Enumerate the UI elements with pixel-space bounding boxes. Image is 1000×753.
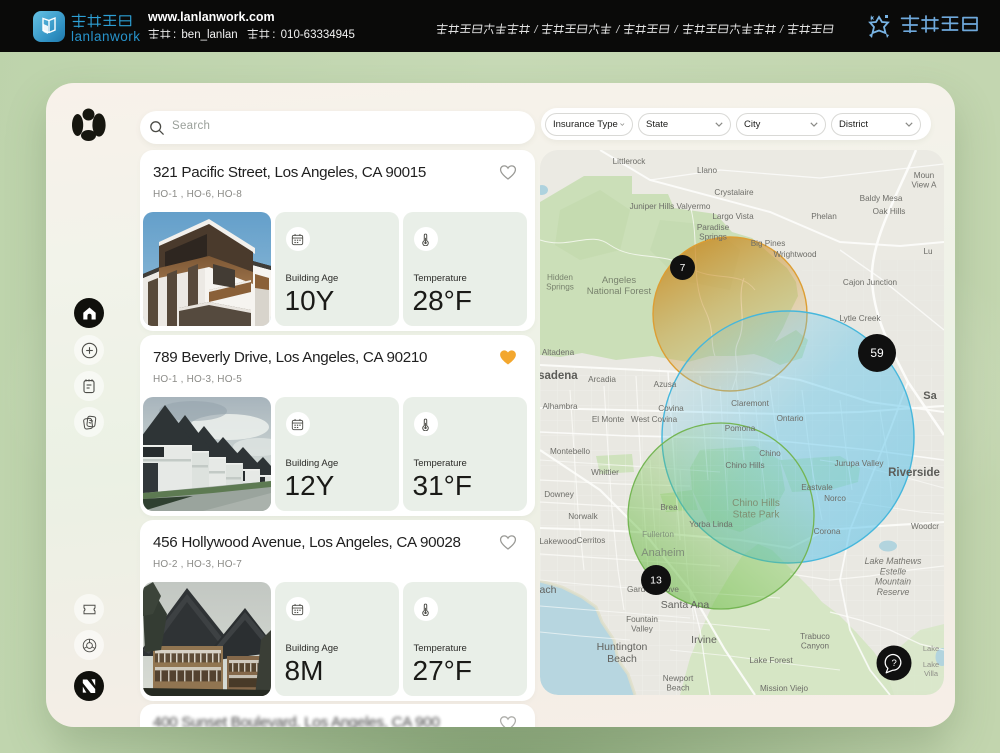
svg-text:Fountain: Fountain [626,615,658,624]
svg-text:Claremont: Claremont [731,399,769,408]
svg-text:Largo Vista: Largo Vista [712,212,754,221]
svg-text:Cajon Junction: Cajon Junction [843,278,898,287]
svg-text:Lake: Lake [923,644,939,653]
svg-text:Juniper Hills Valyermo: Juniper Hills Valyermo [630,202,711,211]
svg-text:Crystalaire: Crystalaire [714,188,754,197]
svg-text:Alhambra: Alhambra [542,402,577,411]
svg-text:Covina: Covina [658,404,684,413]
svg-text:Littlerock: Littlerock [613,157,647,166]
svg-text:Trabuco: Trabuco [800,632,830,641]
svg-text:7: 7 [680,263,686,274]
svg-text:Newport: Newport [663,674,694,683]
svg-text:Arcadia: Arcadia [588,375,616,384]
svg-text:Montebello: Montebello [550,447,591,456]
svg-text:Llano: Llano [697,166,717,175]
svg-text:Baldy Mesa: Baldy Mesa [860,194,903,203]
svg-text:Fullerton: Fullerton [642,530,674,539]
svg-text:Lake Forest: Lake Forest [749,656,793,665]
svg-text:Wrightwood: Wrightwood [773,250,817,259]
svg-text:Altadena: Altadena [542,348,575,357]
svg-text:Beach: Beach [666,684,690,693]
svg-text:Reserve: Reserve [877,587,910,597]
svg-text:Lakewood: Lakewood [540,537,577,546]
svg-text:Moun: Moun [914,171,935,180]
svg-text:Big Pines: Big Pines [751,239,786,248]
svg-text:State Park: State Park [733,510,781,521]
svg-text:Chino Hills: Chino Hills [725,461,764,470]
svg-text:59: 59 [870,346,884,360]
svg-text:Huntington: Huntington [597,641,648,653]
svg-text:ach: ach [540,584,557,596]
svg-text:El Monte: El Monte [592,415,625,424]
svg-text:Mountain: Mountain [875,577,911,587]
svg-text:Eastvale: Eastvale [801,483,833,492]
svg-text:Downey: Downey [544,490,574,499]
svg-text:?: ? [892,658,897,669]
svg-text:National Forest: National Forest [587,286,652,297]
svg-text:Paradise: Paradise [697,223,730,232]
svg-text:Mission Viejo: Mission Viejo [760,684,809,693]
svg-text:Woodcr: Woodcr [911,522,939,531]
svg-text:Norwalk: Norwalk [568,512,598,521]
svg-text:Riverside: Riverside [888,467,940,479]
svg-text:West Covina: West Covina [631,415,678,424]
svg-text:Chino: Chino [759,449,781,458]
svg-text:Corona: Corona [814,527,841,536]
svg-text:Valley: Valley [631,625,654,634]
svg-text:Lu: Lu [923,247,933,256]
svg-text:Springs: Springs [546,283,574,292]
svg-text:View A: View A [912,181,937,190]
svg-text:Brea: Brea [660,503,678,512]
svg-text:Canyon: Canyon [801,642,830,651]
svg-text:Cerritos: Cerritos [577,536,606,545]
svg-text:Oak Hills: Oak Hills [873,207,906,216]
svg-text:Phelan: Phelan [811,212,837,221]
svg-text:13: 13 [650,575,662,587]
svg-text:Pasadena: Pasadena [540,370,578,382]
svg-text:Anaheim: Anaheim [641,547,684,559]
svg-text:Ontario: Ontario [777,414,804,423]
svg-text:Sa: Sa [923,390,937,402]
svg-text:Lake Mathews: Lake Mathews [865,556,922,566]
svg-text:Norco: Norco [824,494,846,503]
svg-text:Chino Hills: Chino Hills [732,498,780,509]
svg-text:Santa Ana: Santa Ana [661,599,710,611]
svg-text:Whittier: Whittier [591,468,619,477]
svg-text:Lytle Creek: Lytle Creek [839,314,881,323]
svg-text:Lake: Lake [923,660,939,669]
svg-text:Estelle: Estelle [880,566,907,576]
svg-text:Irvine: Irvine [691,634,717,646]
svg-text:Villa: Villa [924,669,939,678]
svg-text:Jurupa Valley: Jurupa Valley [834,459,884,468]
svg-text:Hidden: Hidden [547,273,573,282]
svg-text:Azusa: Azusa [654,380,677,389]
svg-text:Yorba Linda: Yorba Linda [689,520,733,529]
svg-text:Angeles: Angeles [602,275,637,286]
svg-text:Springs: Springs [699,233,727,242]
svg-text:Beach: Beach [607,653,637,665]
svg-text:Pomona: Pomona [725,424,756,433]
